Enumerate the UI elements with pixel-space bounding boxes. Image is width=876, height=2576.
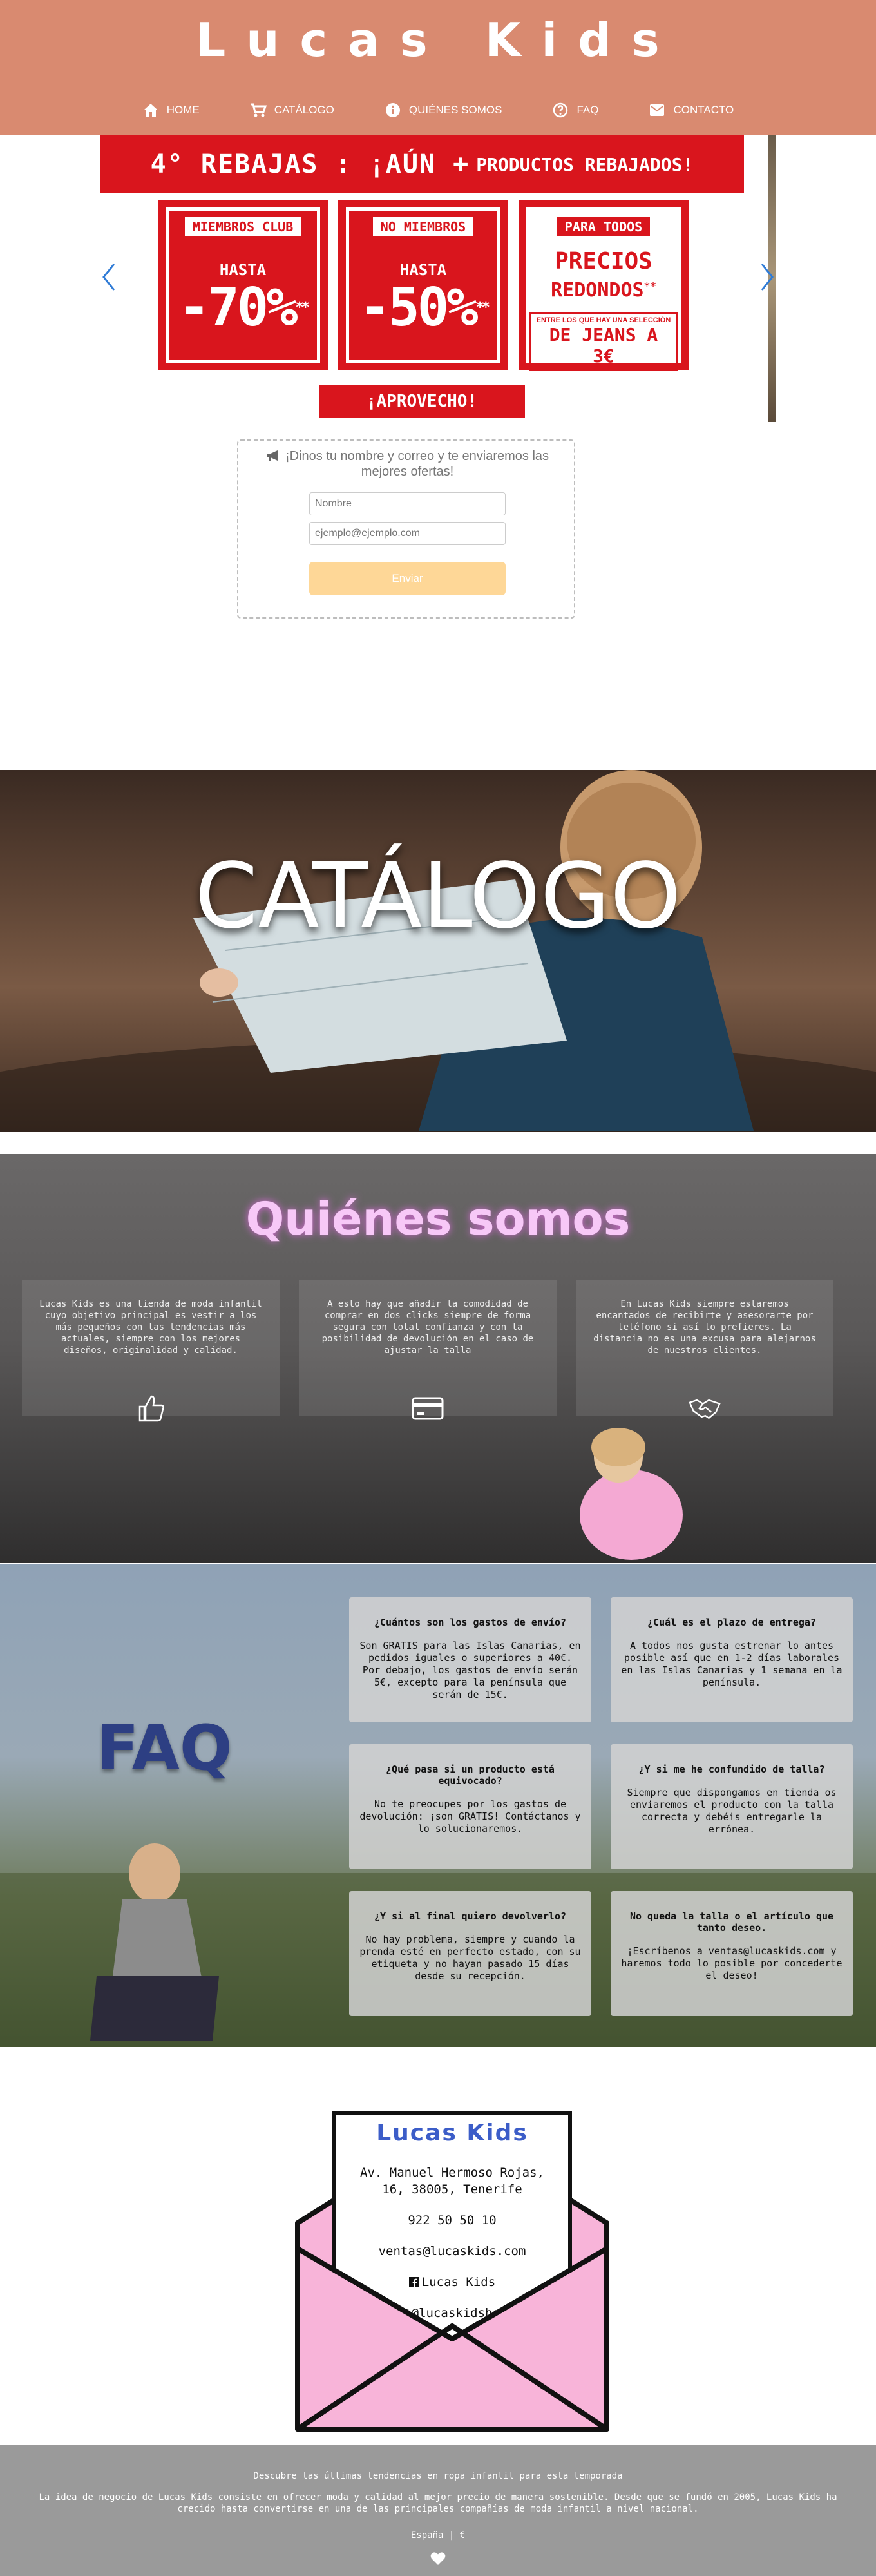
about-section: Quiénes somos Lucas Kids es una tienda d… bbox=[0, 1154, 876, 1563]
faq-question: ¿Y si me he confundido de talla? bbox=[638, 1764, 825, 1775]
locale-selector[interactable]: España | € bbox=[0, 2530, 876, 2541]
nav-contact-label: CONTACTO bbox=[673, 104, 734, 116]
card-hasta: HASTA bbox=[219, 261, 267, 279]
name-input[interactable] bbox=[309, 492, 506, 515]
nav-faq-label: FAQ bbox=[576, 104, 599, 116]
faq-answer: Siempre que dispongamos en tienda os env… bbox=[627, 1787, 837, 1835]
chevron-right-icon bbox=[761, 264, 774, 291]
facebook-icon bbox=[408, 2277, 419, 2287]
prev-slide-button[interactable] bbox=[97, 258, 120, 296]
chevron-left-icon bbox=[102, 264, 115, 291]
faq-card: ¿Cuántos son los gastos de envío? Son GR… bbox=[349, 1597, 591, 1722]
faq-card: No queda la talla o el artículo que tant… bbox=[611, 1891, 853, 2016]
twitter-icon bbox=[397, 2309, 409, 2318]
nav-about-label: QUIÉNES SOMOS bbox=[408, 104, 502, 116]
footer-tagline: Descubre las últimas tendencias en ropa … bbox=[253, 2471, 623, 2481]
promo-title: 4° REBAJAS : ¡AÚN + PRODUCTOS REBAJADOS! bbox=[100, 135, 744, 193]
faq-question: No queda la talla o el artículo que tant… bbox=[629, 1910, 834, 1934]
card-discount: -50%** bbox=[359, 277, 490, 338]
newsletter-form: ¡Dinos tu nombre y correo y te enviaremo… bbox=[237, 439, 575, 619]
nav-catalog-label: CATÁLOGO bbox=[274, 104, 334, 116]
catalog-photo bbox=[0, 770, 876, 1132]
faq-answer: Son GRATIS para las Islas Canarias, en p… bbox=[359, 1640, 581, 1700]
card-discount: -70%** bbox=[178, 277, 310, 338]
contact-section: Lucas Kids Av. Manuel Hermoso Rojas, 16,… bbox=[295, 2107, 609, 2436]
mail-icon bbox=[649, 102, 665, 119]
faq-answer: No hay problema, siempre y cuando la pre… bbox=[359, 1934, 581, 1982]
faq-question: ¿Cuántos son los gastos de envío? bbox=[374, 1617, 566, 1628]
faq-answer: ¡Escríbenos a ventas@lucaskids.com y har… bbox=[621, 1945, 843, 1981]
info-icon bbox=[385, 102, 401, 119]
faq-title: FAQ bbox=[97, 1712, 233, 1784]
card-jeans-box: ENTRE LOS QUE HAY UNA SELECCIÓN DE JEANS… bbox=[529, 312, 678, 371]
heart-icon bbox=[430, 2552, 446, 2565]
promo-cta-button[interactable]: ¡APROVECHO! bbox=[319, 385, 525, 418]
site-logo[interactable]: Lucas Kids bbox=[0, 13, 876, 67]
cart-icon bbox=[250, 102, 267, 119]
contact-phone[interactable]: 922 50 50 10 bbox=[347, 2212, 558, 2229]
email-input[interactable] bbox=[309, 522, 506, 545]
faq-card: ¿Y si al final quiero devolverlo? No hay… bbox=[349, 1891, 591, 2016]
card-heading: PARA TODOS bbox=[557, 217, 651, 236]
handshake-icon bbox=[689, 1392, 721, 1425]
faq-card: ¿Cuál es el plazo de entrega? A todos no… bbox=[611, 1597, 853, 1722]
question-icon bbox=[552, 102, 569, 119]
contact-card: Lucas Kids Av. Manuel Hermoso Rojas, 16,… bbox=[332, 2111, 572, 2344]
card-heading: MIEMBROS CLUB bbox=[184, 217, 301, 236]
catalog-section[interactable]: CATÁLOGO bbox=[0, 770, 876, 1132]
next-slide-button[interactable] bbox=[756, 258, 779, 296]
catalog-title: CATÁLOGO bbox=[195, 844, 681, 949]
faq-answer: No te preocupes por los gastos de devolu… bbox=[359, 1798, 581, 1834]
promo-card-non-members: NO MIEMBROS HASTA -50%** bbox=[338, 200, 508, 370]
site-header: Lucas Kids HOME CATÁLOGO QUIÉNES SOMOS F… bbox=[0, 0, 876, 135]
thumbs-up-icon bbox=[135, 1392, 167, 1425]
faq-card: ¿Qué pasa si un producto está equivocado… bbox=[349, 1744, 591, 1869]
nav-faq[interactable]: FAQ bbox=[552, 102, 598, 119]
about-title: Quiénes somos bbox=[245, 1193, 631, 1245]
contact-twitter[interactable]: @lucaskidshop bbox=[347, 2305, 558, 2321]
promo-card-members: MIEMBROS CLUB HASTA -70%** bbox=[158, 200, 328, 370]
send-button[interactable]: Enviar bbox=[309, 562, 506, 595]
main-nav: HOME CATÁLOGO QUIÉNES SOMOS FAQ CONTACTO bbox=[0, 102, 876, 119]
nav-home[interactable]: HOME bbox=[142, 102, 200, 119]
nav-catalog[interactable]: CATÁLOGO bbox=[250, 102, 334, 119]
faq-question: ¿Qué pasa si un producto está equivocado… bbox=[386, 1764, 555, 1787]
megaphone-icon bbox=[267, 450, 278, 461]
footer-description: La idea de negocio de Lucas Kids consist… bbox=[39, 2492, 837, 2514]
nav-contact[interactable]: CONTACTO bbox=[649, 102, 734, 119]
faq-question: ¿Cuál es el plazo de entrega? bbox=[647, 1617, 816, 1628]
contact-facebook[interactable]: Lucas Kids bbox=[347, 2274, 558, 2291]
contact-brand: Lucas Kids bbox=[376, 2120, 528, 2146]
promo-card-everyone: PARA TODOS PRECIOS REDONDOS** ENTRE LOS … bbox=[519, 200, 689, 371]
card-heading: NO MIEMBROS bbox=[372, 217, 474, 236]
nav-about[interactable]: QUIÉNES SOMOS bbox=[385, 102, 502, 119]
promo-banner[interactable]: 4° REBAJAS : ¡AÚN + PRODUCTOS REBAJADOS!… bbox=[100, 135, 744, 422]
faq-question: ¿Y si al final quiero devolverlo? bbox=[374, 1910, 566, 1922]
contact-address: Av. Manuel Hermoso Rojas, 16, 38005, Ten… bbox=[360, 2166, 544, 2196]
contact-email[interactable]: ventas@lucaskids.com bbox=[347, 2243, 558, 2260]
promo-slider: 4° REBAJAS : ¡AÚN + PRODUCTOS REBAJADOS!… bbox=[100, 135, 776, 422]
faq-answer: A todos nos gusta estrenar lo antes posi… bbox=[621, 1640, 843, 1688]
site-footer: Descubre las últimas tendencias en ropa … bbox=[0, 2445, 876, 2576]
card-hasta: HASTA bbox=[399, 261, 447, 279]
newsletter-text: ¡Dinos tu nombre y correo y te enviaremo… bbox=[251, 448, 564, 479]
promo-title-main: 4° REBAJAS : ¡AÚN + bbox=[150, 149, 470, 179]
nav-home-label: HOME bbox=[166, 104, 200, 116]
promo-title-sub: PRODUCTOS REBAJADOS! bbox=[476, 153, 694, 175]
card-precios: PRECIOS REDONDOS** bbox=[551, 248, 656, 302]
faq-card: ¿Y si me he confundido de talla? Siempre… bbox=[611, 1744, 853, 1869]
credit-card-icon bbox=[412, 1392, 444, 1425]
home-icon bbox=[142, 102, 159, 119]
faq-section: FAQ ¿Cuántos son los gastos de envío? So… bbox=[0, 1564, 876, 2047]
